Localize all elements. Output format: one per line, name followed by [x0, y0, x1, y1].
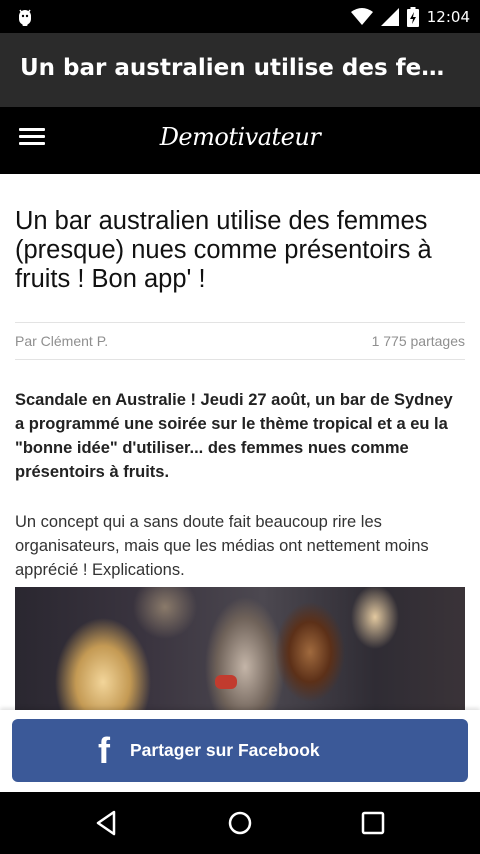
status-time: 12:04	[426, 8, 470, 26]
app-bar-title: Un bar australien utilise des femmes (pr…	[20, 55, 460, 81]
article[interactable]: Un bar australien utilise des femmes (pr…	[0, 174, 480, 710]
share-facebook-label: Partager sur Facebook	[130, 740, 320, 760]
site-logo[interactable]: Demotivateur	[0, 123, 480, 151]
site-header: Demotivateur	[0, 107, 480, 174]
article-headline: Un bar australien utilise des femmes (pr…	[15, 207, 432, 293]
wifi-icon	[350, 8, 373, 25]
app-bar: Un bar australien utilise des femmes (pr…	[0, 33, 480, 107]
article-author: Par Clément P.	[15, 333, 109, 349]
share-bar: f Partager sur Facebook	[0, 710, 480, 792]
status-bar: 12:04	[0, 0, 480, 33]
home-icon[interactable]	[223, 806, 257, 840]
battery-charging-icon	[406, 7, 419, 27]
facebook-icon: f	[98, 730, 110, 771]
android-debug-icon	[19, 9, 31, 26]
recents-icon[interactable]	[356, 806, 390, 840]
share-count: 1 775 partages	[371, 333, 465, 349]
system-nav-bar	[0, 792, 480, 854]
article-photo[interactable]	[15, 587, 465, 710]
share-facebook-button[interactable]: f Partager sur Facebook	[12, 719, 468, 782]
photo-detail	[215, 675, 237, 689]
back-icon[interactable]	[90, 806, 124, 840]
article-lead: Scandale en Australie ! Jeudi 27 août, u…	[15, 391, 453, 481]
cell-signal-icon	[380, 8, 399, 26]
article-paragraph: Un concept qui a sans doute fait beaucou…	[15, 513, 429, 579]
article-meta: Par Clément P. 1 775 partages	[15, 322, 465, 360]
